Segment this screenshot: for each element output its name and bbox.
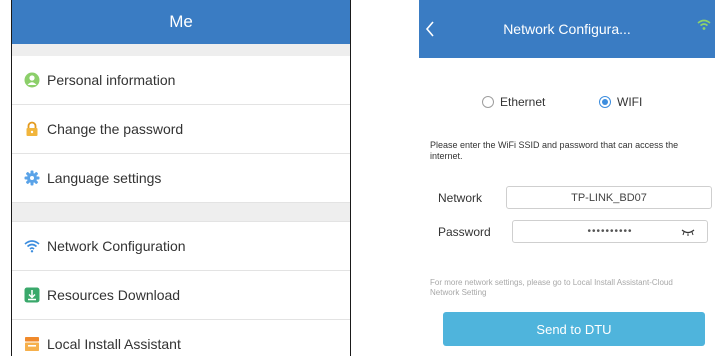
radio-unchecked-icon: [482, 96, 494, 108]
password-label: Password: [438, 225, 491, 239]
menu-item-label: Local Install Assistant: [47, 336, 181, 352]
radio-label: Ethernet: [500, 95, 546, 109]
menu-item-personal-information[interactable]: Personal information: [12, 56, 350, 105]
page-title: Network Configura...: [503, 21, 631, 37]
wifi-icon: [24, 238, 40, 254]
network-label: Network: [438, 191, 483, 205]
menu-item-change-password[interactable]: Change the password: [12, 105, 350, 154]
install-icon: [24, 336, 40, 352]
eye-closed-icon[interactable]: [681, 228, 695, 236]
radio-checked-icon: [599, 96, 611, 108]
menu-item-language-settings[interactable]: Language settings: [12, 154, 350, 203]
person-icon: [24, 72, 40, 88]
network-ssid-field[interactable]: TP-LINK_BD07: [506, 186, 712, 209]
gear-icon: [24, 170, 40, 186]
connection-type-group: Ethernet WIFI: [419, 92, 715, 112]
menu-item-resources-download[interactable]: Resources Download: [12, 271, 350, 320]
send-to-dtu-button[interactable]: Send to DTU: [443, 312, 705, 346]
password-field[interactable]: ••••••••••: [512, 220, 708, 243]
network-header: Network Configura...: [419, 0, 715, 58]
section-spacer: [12, 44, 350, 56]
network-configuration-screen: Network Configura... Ethernet WIFI Pleas…: [419, 0, 715, 356]
radio-ethernet[interactable]: Ethernet: [482, 95, 545, 109]
menu-item-label: Personal information: [47, 72, 176, 88]
me-screen: Me Personal information Change the passw…: [11, 0, 351, 356]
group-divider: [12, 203, 350, 222]
back-button[interactable]: [423, 17, 437, 41]
menu-item-label: Resources Download: [47, 287, 181, 303]
menu-item-local-install-assistant[interactable]: Local Install Assistant: [12, 320, 350, 356]
menu-item-label: Network Configuration: [47, 238, 186, 254]
password-row: Password ••••••••••: [419, 220, 715, 244]
menu-item-label: Change the password: [47, 121, 184, 137]
radio-label: WIFI: [617, 95, 643, 109]
hint-text: For more network settings, please go to …: [430, 278, 673, 297]
menu-item-network-configuration[interactable]: Network Configuration: [12, 222, 350, 271]
wifi-status-icon: [697, 19, 711, 30]
download-icon: [24, 287, 40, 303]
network-row: Network TP-LINK_BD07: [419, 186, 715, 210]
password-value: ••••••••••: [587, 226, 633, 237]
instruction-text: Please enter the WiFi SSID and password …: [430, 140, 679, 161]
network-ssid-value: TP-LINK_BD07: [571, 191, 647, 204]
lock-icon: [24, 121, 40, 137]
me-header: Me: [12, 0, 350, 44]
menu-item-label: Language settings: [47, 170, 162, 186]
chevron-left-icon: [425, 21, 434, 37]
send-button-label: Send to DTU: [536, 321, 612, 337]
radio-wifi[interactable]: WIFI: [599, 95, 642, 109]
page-title: Me: [169, 12, 193, 31]
